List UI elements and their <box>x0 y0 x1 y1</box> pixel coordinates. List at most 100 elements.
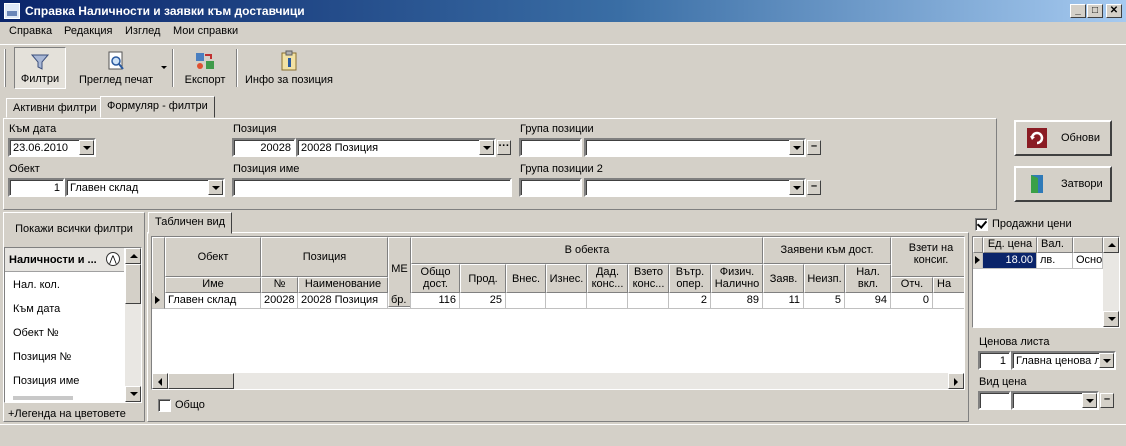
group2-select[interactable] <box>584 178 806 197</box>
cell-out[interactable] <box>546 293 587 309</box>
header-req[interactable]: Заяв. <box>763 264 804 293</box>
position-code-field[interactable]: 20028 <box>232 138 296 157</box>
position-info-button[interactable]: Инфо за позиция <box>242 47 336 89</box>
chevron-down-icon[interactable] <box>208 180 223 195</box>
header-out[interactable]: Изнес. <box>546 264 587 293</box>
prices-header-currency[interactable]: Вал. <box>1037 237 1073 253</box>
close-window-button[interactable]: ✕ <box>1106 4 1122 18</box>
cell-taken-consign[interactable] <box>628 293 669 309</box>
collapse-icon[interactable]: ⋀ <box>106 252 120 266</box>
scroll-down-icon[interactable] <box>1103 311 1119 327</box>
list-item[interactable]: Позиция име <box>13 375 79 387</box>
header-report[interactable]: Отч. <box>891 277 933 293</box>
list-item[interactable]: Позиция № <box>13 351 71 363</box>
header-object[interactable]: Обект <box>165 237 261 277</box>
cell-price-type[interactable]: Осно <box>1073 253 1103 269</box>
chevron-down-icon[interactable] <box>479 140 494 155</box>
header-position[interactable]: Позиция <box>261 237 388 277</box>
group-select[interactable] <box>584 138 806 157</box>
cell-sale[interactable]: 25 <box>460 293 506 309</box>
cell-unit-price[interactable]: 18.00 <box>983 253 1037 269</box>
cell-position-no[interactable]: 20028 <box>261 293 298 309</box>
scroll-thumb[interactable] <box>168 373 234 389</box>
price-type-clear-button[interactable]: – <box>1100 393 1114 408</box>
show-all-filters-button[interactable]: Покажи всички филтри <box>4 213 144 243</box>
export-button[interactable]: Експорт <box>178 47 232 89</box>
header-sale[interactable]: Прод. <box>460 264 506 293</box>
cell-currency[interactable]: лв. <box>1037 253 1073 269</box>
header-requested[interactable]: Заявени към дост. <box>763 237 891 264</box>
object-name-select[interactable]: Главен склад <box>65 178 225 197</box>
position-browse-button[interactable]: ··· <box>497 140 511 155</box>
filters-list-header[interactable]: Наличности и ... ⋀ <box>5 248 124 272</box>
list-item[interactable]: Нал. кол. <box>13 279 60 291</box>
prices-header-extra[interactable] <box>1073 237 1103 253</box>
menu-report[interactable]: Справка <box>9 25 52 37</box>
group2-clear-button[interactable]: – <box>807 180 821 195</box>
cell-physical[interactable]: 89 <box>711 293 763 309</box>
menu-edit[interactable]: Редакция <box>64 25 112 37</box>
prices-vscrollbar[interactable] <box>1103 237 1119 327</box>
cell-position-name[interactable]: 20028 Позиция <box>298 293 388 309</box>
object-code-field[interactable]: 1 <box>8 178 65 197</box>
group2-code-field[interactable] <box>519 178 582 197</box>
menu-view[interactable]: Изглед <box>125 25 160 37</box>
scroll-left-icon[interactable] <box>152 373 168 389</box>
close-button[interactable]: Затвори <box>1014 166 1112 202</box>
header-na[interactable]: На <box>933 277 964 293</box>
header-in[interactable]: Внес. <box>506 264 546 293</box>
cell-internal[interactable]: 2 <box>669 293 711 309</box>
header-in-object[interactable]: В обекта <box>411 237 763 264</box>
header-internal[interactable]: Вътр. опер. <box>669 264 711 293</box>
header-taken-consign[interactable]: Взето конс... <box>628 264 669 293</box>
grid-hscrollbar[interactable] <box>152 373 964 389</box>
table-row[interactable]: 18.00 лв. Осно <box>973 253 1103 269</box>
group-code-field[interactable] <box>519 138 582 157</box>
cell-unit[interactable]: бр. <box>388 293 411 309</box>
scroll-up-icon[interactable] <box>125 248 141 264</box>
cell-total[interactable]: 116 <box>411 293 460 309</box>
scroll-down-icon[interactable] <box>125 386 141 402</box>
cell-given-consign[interactable] <box>587 293 628 309</box>
print-preview-dropdown-icon[interactable] <box>160 63 170 73</box>
cell-req[interactable]: 11 <box>763 293 804 309</box>
cell-in[interactable] <box>506 293 546 309</box>
header-object-name[interactable]: Име <box>165 277 261 293</box>
cell-na[interactable] <box>933 293 964 309</box>
tab-form-filters[interactable]: Формуляр - филтри <box>100 96 215 118</box>
print-preview-button[interactable]: Преглед печат <box>72 47 160 89</box>
group-clear-button[interactable]: – <box>807 140 821 155</box>
maximize-button[interactable]: □ <box>1087 4 1103 18</box>
tab-active-filters[interactable]: Активни филтри <box>6 98 104 118</box>
position-name-input[interactable] <box>232 178 512 197</box>
tab-table-view[interactable]: Табличен вид <box>148 212 233 234</box>
chevron-down-icon[interactable] <box>79 140 94 155</box>
filters-button[interactable]: Филтри <box>14 47 66 89</box>
position-name-select[interactable]: 20028 Позиция <box>296 138 496 157</box>
list-item[interactable]: Към дата <box>13 303 60 315</box>
scroll-up-icon[interactable] <box>1103 237 1119 253</box>
header-physical[interactable]: Физич. Налично <box>711 264 763 293</box>
price-list-select[interactable]: Главна ценова л <box>1011 351 1116 370</box>
cell-unfulfilled[interactable]: 5 <box>804 293 845 309</box>
header-consign[interactable]: Взети на консиг. <box>891 237 964 277</box>
table-row[interactable]: Главен склад 20028 20028 Позиция бр. 116… <box>152 293 964 309</box>
color-legend-toggle[interactable]: +Легенда на цветовете <box>4 406 144 422</box>
chevron-down-icon[interactable] <box>1082 393 1097 408</box>
header-total[interactable]: Общо дост. <box>411 264 460 293</box>
chevron-down-icon[interactable] <box>789 180 804 195</box>
header-position-name[interactable]: Наименование <box>298 277 388 293</box>
cell-incl-unfulfilled[interactable]: 94 <box>845 293 891 309</box>
filters-list-scrollbar[interactable] <box>125 248 141 402</box>
prices-header-unit-price[interactable]: Ед. цена <box>983 237 1037 253</box>
header-incl-unfulfilled[interactable]: Нал. вкл. неизп. <box>845 264 891 293</box>
chevron-down-icon[interactable] <box>789 140 804 155</box>
to-date-field[interactable]: 23.06.2010 <box>8 138 96 157</box>
scroll-right-icon[interactable] <box>948 373 964 389</box>
price-type-code-field[interactable] <box>978 391 1011 410</box>
chevron-down-icon[interactable] <box>1099 353 1114 368</box>
header-position-no[interactable]: № <box>261 277 298 293</box>
list-item[interactable]: Обект № <box>13 327 59 339</box>
total-checkbox[interactable] <box>158 399 171 412</box>
menu-my-reports[interactable]: Мои справки <box>173 25 238 37</box>
